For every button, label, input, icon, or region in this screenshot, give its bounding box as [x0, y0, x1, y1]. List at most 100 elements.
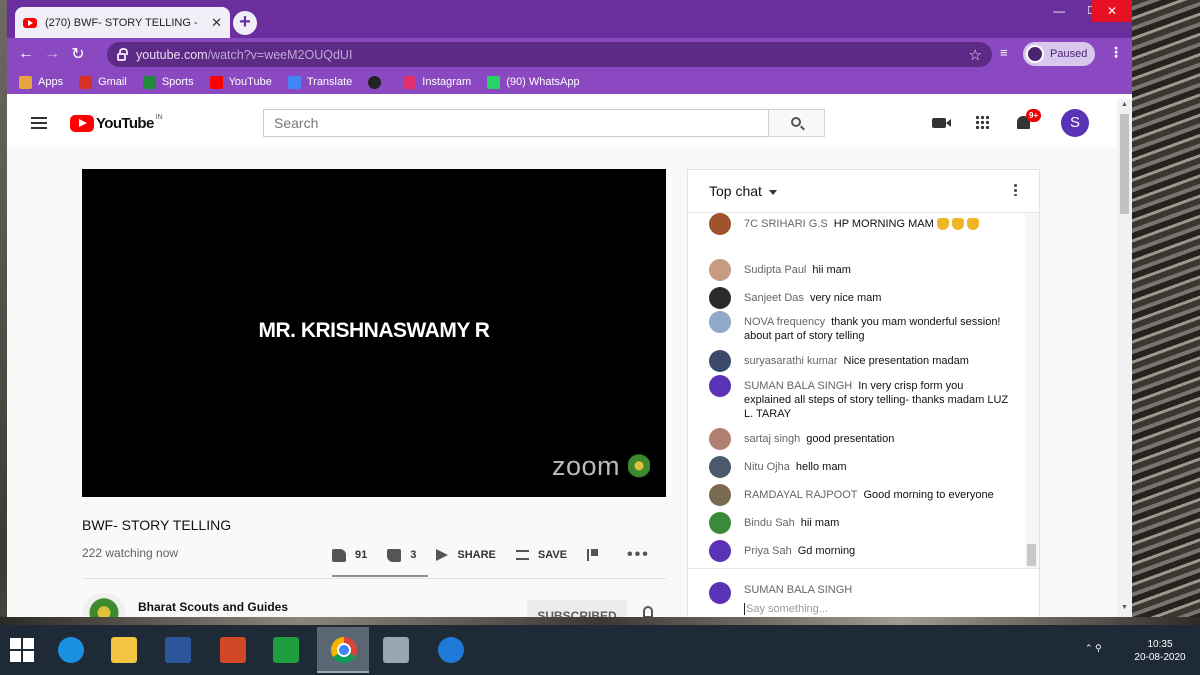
- system-clock[interactable]: 10:35 20-08-2020: [1128, 638, 1192, 664]
- bookmark-item[interactable]: Apps: [19, 75, 63, 89]
- chrome-taskbar-icon[interactable]: [331, 637, 357, 663]
- dislike-count: 3: [410, 549, 417, 561]
- start-taskbar-icon[interactable]: [10, 638, 34, 662]
- channel-name[interactable]: Bharat Scouts and Guides: [138, 600, 288, 614]
- word-taskbar-icon[interactable]: [165, 637, 191, 663]
- file-explorer-taskbar-icon[interactable]: [111, 637, 137, 663]
- chat-author[interactable]: SUMAN BALA SINGH: [744, 380, 852, 392]
- chat-author[interactable]: suryasarathi kumar: [744, 355, 838, 367]
- bookmark-item[interactable]: Instagram: [403, 75, 471, 89]
- share-button[interactable]: SHARE: [436, 549, 496, 561]
- chat-author-avatar[interactable]: [709, 512, 731, 534]
- tab-title: (270) BWF- STORY TELLING -: [45, 16, 198, 29]
- folded-hands-emoji-icon: [966, 218, 979, 231]
- scroll-down-icon[interactable]: ▼: [1121, 604, 1128, 611]
- chat-author-avatar[interactable]: [709, 259, 731, 281]
- calculator-taskbar-icon[interactable]: [383, 637, 409, 663]
- subscribe-button[interactable]: SUBSCRIBED: [527, 600, 627, 617]
- chat-author-avatar[interactable]: [709, 311, 731, 333]
- chat-author-avatar[interactable]: [709, 375, 731, 397]
- browser-tab[interactable]: (270) BWF- STORY TELLING - ✕: [15, 7, 230, 38]
- address-bar[interactable]: youtube.com/watch?v=weeM2OUQdUI ☆: [107, 42, 992, 67]
- chat-author[interactable]: Bindu Sah: [744, 517, 795, 529]
- apps-grid-icon[interactable]: [975, 115, 989, 129]
- search-input[interactable]: Search: [263, 109, 769, 137]
- page-scrollbar[interactable]: ▲ ▼: [1117, 99, 1132, 617]
- like-count: 91: [355, 549, 368, 561]
- account-avatar[interactable]: S: [1061, 109, 1089, 137]
- profile-status: Paused: [1050, 48, 1088, 60]
- page-scroll-thumb[interactable]: [1120, 114, 1129, 214]
- chat-author[interactable]: Priya Sah: [744, 545, 792, 557]
- user-avatar: [709, 582, 731, 604]
- bookmark-item[interactable]: YouTube: [209, 75, 272, 89]
- internet-explorer-taskbar-icon[interactable]: [58, 637, 84, 663]
- chat-author[interactable]: Nitu Ojha: [744, 461, 790, 473]
- store-taskbar-icon[interactable]: [273, 637, 299, 663]
- dropdown-caret-icon[interactable]: [768, 189, 777, 195]
- chat-author-avatar[interactable]: [709, 456, 731, 478]
- chrome-menu-icon[interactable]: ⋮: [1109, 44, 1123, 61]
- chat-author-avatar[interactable]: [709, 540, 731, 562]
- like-button[interactable]: 91: [332, 548, 368, 562]
- chat-author[interactable]: Sudipta Paul: [744, 264, 806, 276]
- video-actions: 91 3 SHARE SAVE •••: [332, 546, 670, 564]
- save-button[interactable]: SAVE: [515, 549, 567, 561]
- bookmarks-bar: Apps Gmail Sports YouTube Translate Instagram…: [7, 70, 1132, 94]
- new-tab-button[interactable]: +: [233, 11, 257, 35]
- bookmark-item[interactable]: Sports: [142, 75, 194, 89]
- chat-mode-selector[interactable]: Top chat: [709, 183, 762, 199]
- tab-close-icon[interactable]: ✕: [211, 15, 222, 31]
- more-actions-icon[interactable]: •••: [627, 546, 650, 564]
- lock-icon: [117, 47, 128, 61]
- chat-message-input[interactable]: Say something...: [744, 603, 828, 615]
- chat-author[interactable]: RAMDAYAL RAJPOOT: [744, 489, 857, 501]
- video-player[interactable]: MR. KRISHNASWAMY R zoom: [82, 169, 666, 497]
- system-tray-icons[interactable]: ⌃ ⚲: [1085, 643, 1102, 654]
- media-control-icon[interactable]: ≡: [1000, 45, 1008, 60]
- youtube-play-icon: [70, 115, 94, 132]
- chat-message-body: 7C SRIHARI G.S HP MORNING MAM: [744, 217, 1009, 231]
- bookmark-star-icon[interactable]: ☆: [969, 46, 982, 64]
- scroll-up-icon[interactable]: ▲: [1121, 101, 1128, 108]
- share-icon: [436, 549, 449, 561]
- forward-arrow-icon[interactable]: →: [39, 45, 65, 63]
- chat-author-avatar[interactable]: [709, 350, 731, 372]
- like-ratio-bar: [332, 575, 428, 577]
- chat-scrollbar[interactable]: [1025, 213, 1039, 568]
- chat-author-avatar[interactable]: [709, 484, 731, 506]
- reload-icon[interactable]: ↻: [65, 44, 91, 64]
- chat-author[interactable]: 7C SRIHARI G.S: [744, 218, 828, 230]
- chat-author-avatar[interactable]: [709, 213, 731, 235]
- playlist-add-icon: [515, 550, 529, 560]
- menu-hamburger-icon[interactable]: [31, 117, 47, 129]
- bookmark-item[interactable]: Translate: [287, 75, 352, 89]
- close-window-button[interactable]: ✕: [1092, 0, 1132, 22]
- minimize-button[interactable]: —: [1042, 0, 1076, 22]
- edge-taskbar-icon[interactable]: [438, 637, 464, 663]
- chat-author[interactable]: NOVA frequency: [744, 316, 825, 328]
- chat-author[interactable]: Sanjeet Das: [744, 292, 804, 304]
- back-arrow-icon[interactable]: ←: [13, 45, 39, 63]
- channel-bell-icon[interactable]: [643, 606, 653, 617]
- clock-time: 10:35: [1147, 639, 1173, 650]
- live-chat-panel: Top chat 7C SRIHARI G.S HP MORNING MAM Su…: [687, 169, 1040, 617]
- chat-scroll-thumb[interactable]: [1027, 544, 1036, 566]
- bookmark-item[interactable]: (90) WhatsApp: [487, 75, 580, 89]
- profile-button[interactable]: Paused: [1023, 42, 1095, 66]
- chat-menu-icon[interactable]: [1014, 183, 1017, 196]
- scouts-emblem-icon: [628, 453, 650, 485]
- chat-author[interactable]: sartaj singh: [744, 433, 800, 445]
- create-video-icon[interactable]: [932, 118, 951, 128]
- report-button[interactable]: [587, 549, 607, 561]
- dislike-button[interactable]: 3: [387, 548, 417, 562]
- search-button[interactable]: [768, 109, 825, 137]
- channel-avatar[interactable]: [82, 593, 126, 617]
- chat-author-avatar[interactable]: [709, 428, 731, 450]
- bookmark-item[interactable]: Gmail: [79, 75, 127, 89]
- chat-author-avatar[interactable]: [709, 287, 731, 309]
- chat-text: Gd morning: [797, 545, 856, 557]
- youtube-logo[interactable]: YouTube IN: [70, 114, 163, 132]
- powerpoint-taskbar-icon[interactable]: [220, 637, 246, 663]
- bookmark-item[interactable]: [368, 75, 387, 89]
